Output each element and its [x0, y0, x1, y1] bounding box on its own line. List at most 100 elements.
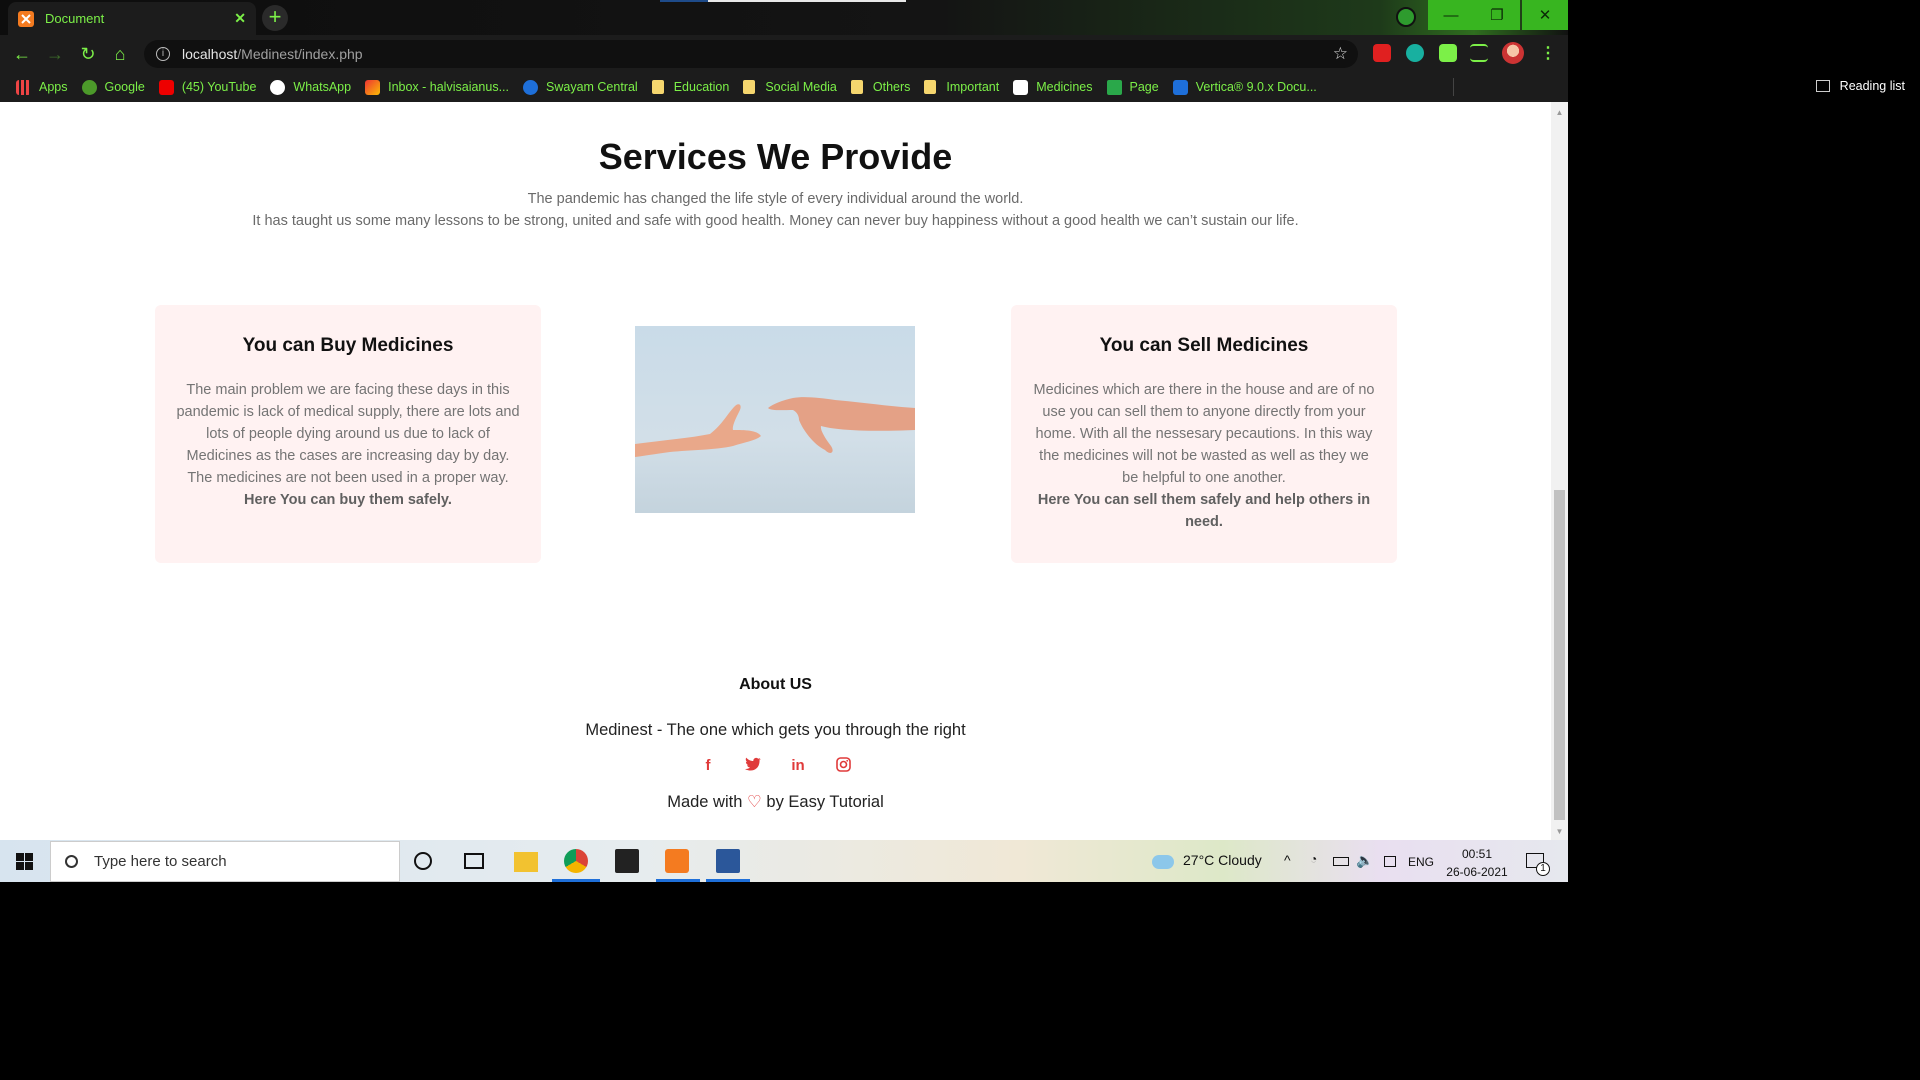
twitter-icon[interactable]: [745, 757, 762, 776]
profile-avatar[interactable]: [1502, 42, 1524, 64]
scrollbar-thumb[interactable]: [1554, 490, 1565, 820]
linkedin-icon[interactable]: in: [790, 757, 807, 776]
buy-card-title: You can Buy Medicines: [242, 335, 454, 356]
bookmarks-divider: [1453, 78, 1454, 96]
xampp-favicon-icon: [18, 10, 34, 27]
meet-now-icon[interactable]: [1384, 856, 1396, 867]
bookmark-page[interactable]: Page: [1106, 79, 1159, 95]
cortana-icon[interactable]: [414, 852, 432, 870]
store-icon[interactable]: [615, 849, 639, 873]
youtube-icon: [158, 79, 174, 95]
bookmark-folder-social-media[interactable]: Social Media: [743, 80, 837, 94]
home-icon[interactable]: ⌂: [108, 44, 132, 64]
system-clock[interactable]: 00:51 26-06-2021: [1440, 845, 1514, 881]
scroll-down-arrow-icon[interactable]: ▼: [1551, 827, 1568, 836]
facebook-icon[interactable]: f: [700, 757, 717, 776]
whatsapp-icon: [270, 79, 286, 95]
bookmark-whatsapp[interactable]: WhatsApp: [270, 79, 351, 95]
buy-card-body: The main problem we are facing these day…: [176, 382, 520, 508]
download-icon[interactable]: [1396, 7, 1416, 27]
sell-card-title: You can Sell Medicines: [1099, 335, 1309, 356]
volume-icon[interactable]: 🔈: [1356, 852, 1373, 869]
bookmark-folder-important[interactable]: Important: [924, 80, 999, 94]
grammarly-extension-icon[interactable]: [1406, 44, 1424, 62]
gmail-icon: [365, 79, 381, 95]
bookmark-gmail[interactable]: Inbox - halvisaianus...: [365, 79, 509, 95]
language-indicator[interactable]: ENG: [1408, 855, 1434, 869]
new-tab-button[interactable]: +: [262, 5, 288, 31]
bookmark-apps[interactable]: Apps: [16, 79, 68, 95]
task-view-icon[interactable]: [464, 853, 484, 869]
notification-count-badge: 1: [1536, 862, 1550, 876]
bookmark-star-icon[interactable]: ☆: [1333, 44, 1348, 64]
url-text: localhost/Medinest/index.php: [182, 46, 363, 62]
buy-medicines-card: You can Buy Medicines The main problem w…: [155, 305, 541, 563]
word-active-indicator: [706, 879, 750, 882]
made-with-love-credit: Made with ♡ by Easy Tutorial: [667, 793, 884, 811]
taskbar-search-box[interactable]: Type here to search: [50, 841, 400, 882]
tab-title: Document: [45, 11, 105, 26]
minimize-button[interactable]: —: [1428, 0, 1474, 30]
instagram-icon[interactable]: [835, 757, 852, 776]
services-heading: Services We Provide: [598, 136, 953, 177]
helping-hands-image: [635, 326, 915, 513]
weather-cloud-icon[interactable]: [1152, 855, 1174, 869]
reload-icon[interactable]: ↻: [76, 44, 100, 64]
folder-icon: [743, 80, 756, 94]
xampp-active-indicator: [656, 879, 700, 882]
close-window-button[interactable]: ✕: [1522, 0, 1568, 30]
xampp-taskbar-icon[interactable]: [665, 849, 689, 873]
forward-icon[interactable]: →: [43, 44, 67, 64]
bookmark-vertica[interactable]: Vertica® 9.0.x Docu...: [1172, 79, 1317, 95]
medicines-icon: [1013, 79, 1029, 95]
chrome-active-indicator: [552, 879, 600, 882]
battery-icon[interactable]: [1333, 857, 1349, 866]
site-info-icon[interactable]: i: [156, 47, 170, 61]
folder-icon: [924, 80, 937, 94]
extensions-puzzle-icon[interactable]: [1439, 44, 1457, 62]
folder-icon: [850, 80, 863, 94]
restore-button[interactable]: ❐: [1474, 0, 1520, 30]
tab-strip-decoration: [660, 0, 906, 2]
heart-icon: ♡: [747, 793, 762, 811]
wifi-icon[interactable]: ◔: [1310, 852, 1317, 866]
bookmark-swayam[interactable]: Swayam Central: [523, 79, 638, 95]
bookmark-google[interactable]: Google: [81, 79, 145, 95]
bookmark-youtube[interactable]: (45) YouTube: [158, 79, 256, 95]
about-us-heading: About US: [739, 676, 812, 693]
scroll-up-arrow-icon[interactable]: ▲: [1551, 108, 1568, 117]
word-icon[interactable]: [716, 849, 740, 873]
bookmark-folder-others[interactable]: Others: [850, 80, 910, 94]
clock-date: 26-06-2021: [1446, 865, 1508, 879]
show-hidden-icons-icon[interactable]: ^: [1284, 852, 1291, 868]
page-icon: [1106, 79, 1122, 95]
services-intro-line-1: The pandemic has changed the life style …: [527, 191, 1024, 207]
google-icon: [81, 79, 97, 95]
address-bar[interactable]: i localhost/Medinest/index.php ☆: [144, 40, 1358, 68]
folder-icon: [651, 80, 664, 94]
reading-list-icon: [1815, 80, 1830, 92]
weather-text[interactable]: 27°C Cloudy: [1183, 852, 1262, 868]
windows-start-icon[interactable]: [16, 853, 34, 870]
page-scrollbar[interactable]: ▲ ▼: [1551, 102, 1568, 840]
back-icon[interactable]: ←: [10, 44, 34, 64]
browser-tab[interactable]: Document ✕: [8, 2, 256, 35]
taskbar-search-placeholder: Type here to search: [94, 853, 227, 870]
browser-menu-icon[interactable]: ⋮: [1540, 43, 1556, 63]
sell-medicines-card: You can Sell Medicines Medicines which a…: [1011, 305, 1397, 563]
chrome-taskbar-icon[interactable]: [564, 849, 588, 873]
close-tab-icon[interactable]: ✕: [234, 10, 246, 27]
search-icon: [65, 855, 78, 868]
sell-card-body: Medicines which are there in the house a…: [1033, 382, 1375, 530]
bookmark-medicines[interactable]: Medicines: [1013, 79, 1093, 95]
clock-time: 00:51: [1461, 847, 1493, 861]
file-explorer-icon[interactable]: [514, 852, 538, 872]
adblock-extension-icon[interactable]: [1373, 44, 1391, 62]
social-links: f in: [0, 757, 1551, 776]
bookmark-folder-education[interactable]: Education: [651, 80, 729, 94]
apps-grid-icon: [16, 79, 31, 95]
reading-list-button[interactable]: Reading list: [1815, 79, 1905, 93]
media-queue-icon[interactable]: [1470, 44, 1488, 62]
vertica-icon: [1172, 79, 1188, 95]
bookmarks-bar: Apps Google (45) YouTube WhatsApp Inbox …: [0, 72, 1568, 102]
